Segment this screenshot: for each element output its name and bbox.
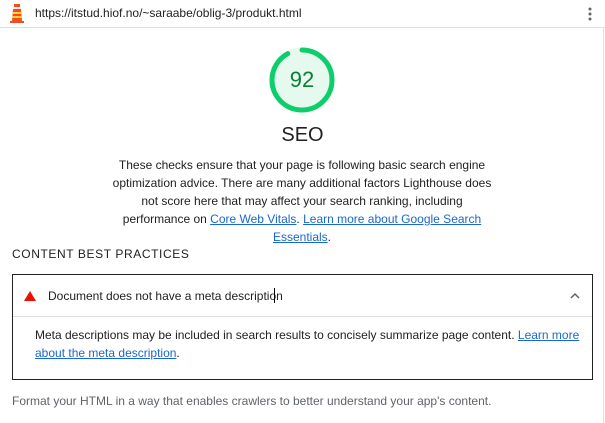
scrollbar-track	[603, 28, 604, 423]
audit-description: Meta descriptions may be included in sea…	[35, 326, 583, 362]
lighthouse-logo-icon	[10, 4, 24, 23]
audit-header[interactable]: Document does not have a meta descriptio…	[13, 275, 592, 317]
core-web-vitals-link[interactable]: Core Web Vitals	[210, 212, 296, 226]
score-value: 92	[289, 67, 315, 92]
category-description: These checks ensure that your page is fo…	[112, 156, 492, 246]
audit-title: Document does not have a meta descriptio…	[48, 289, 283, 303]
fail-triangle-icon	[24, 291, 36, 301]
category-title: SEO	[281, 124, 324, 146]
lighthouse-report: https://itstud.hiof.no/~saraabe/oblig-3/…	[0, 0, 605, 423]
search-essentials-link[interactable]: Learn more about Google Search Essential…	[273, 212, 481, 244]
group-title: CONTENT BEST PRACTICES	[12, 247, 190, 261]
report-url[interactable]: https://itstud.hiof.no/~saraabe/oblig-3/…	[35, 6, 302, 20]
more-vert-icon[interactable]	[588, 6, 592, 22]
group-description: Format your HTML in a way that enables c…	[12, 394, 492, 408]
description-end: .	[327, 230, 332, 244]
audit-meta-description[interactable]: Document does not have a meta descriptio…	[12, 274, 593, 380]
audit-description-end: .	[176, 346, 180, 360]
audit-description-text: Meta descriptions may be included in sea…	[35, 328, 518, 342]
report-topbar: https://itstud.hiof.no/~saraabe/oblig-3/…	[0, 0, 605, 28]
text-cursor	[274, 288, 275, 303]
chevron-up-icon[interactable]	[569, 291, 581, 301]
